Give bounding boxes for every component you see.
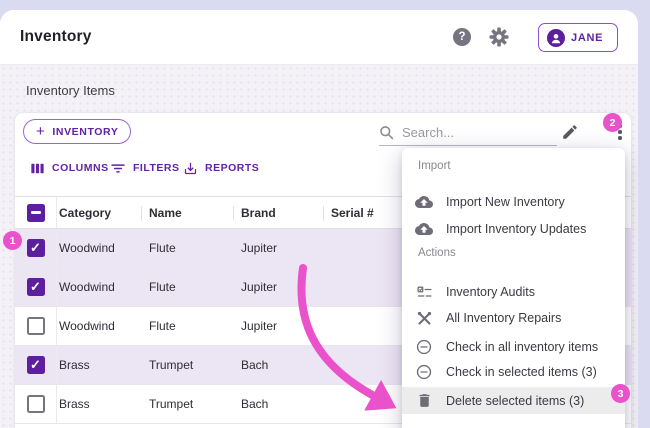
- user-name-label: JANE: [571, 31, 604, 44]
- column-separator: [323, 206, 324, 221]
- search-input[interactable]: [402, 125, 532, 140]
- filters-label: FILTERS: [133, 162, 180, 174]
- page-title: Inventory: [20, 28, 92, 45]
- cell-category: Woodwind: [59, 241, 115, 255]
- row-checkbox[interactable]: [26, 395, 45, 413]
- menu-item-all-inventory-repairs[interactable]: All Inventory Repairs: [402, 305, 625, 331]
- column-header-category[interactable]: Category: [59, 206, 111, 220]
- filters-button[interactable]: FILTERS: [110, 159, 179, 177]
- menu-item-check-in-selected[interactable]: Check in selected items (3): [402, 359, 625, 385]
- reports-button[interactable]: REPORTS: [183, 159, 259, 177]
- menu-item-inventory-audits[interactable]: Inventory Audits: [402, 279, 625, 305]
- menu-item-label: Import Inventory Updates: [446, 222, 587, 236]
- column-header-name[interactable]: Name: [149, 206, 182, 220]
- cell-name: Flute: [149, 319, 176, 333]
- app-header: Inventory ? JANE: [0, 10, 638, 65]
- cell-brand: Bach: [241, 358, 269, 372]
- cell-brand: Bach: [241, 397, 269, 411]
- columns-icon: [31, 163, 44, 173]
- menu-item-delete-selected[interactable]: Delete selected items (3): [402, 387, 625, 414]
- column-separator: [233, 206, 234, 221]
- cloud-upload-icon: [415, 193, 433, 211]
- settings-gear-icon[interactable]: [489, 27, 509, 47]
- cell-name: Flute: [149, 241, 176, 255]
- column-header-serial[interactable]: Serial #: [331, 206, 374, 220]
- cell-category: Woodwind: [59, 280, 115, 294]
- menu-item-label: Check in selected items (3): [446, 365, 597, 379]
- row-checkbox[interactable]: [26, 317, 45, 335]
- menu-section-actions: Actions: [418, 247, 456, 259]
- cell-name: Trumpet: [149, 358, 194, 372]
- row-checkbox[interactable]: [26, 278, 45, 296]
- plus-icon: +: [36, 122, 46, 140]
- user-menu-button[interactable]: JANE: [538, 23, 618, 52]
- checklist-icon: [415, 283, 433, 301]
- user-avatar-icon: [547, 28, 565, 47]
- annotation-badge-3: 3: [611, 384, 630, 403]
- select-all-checkbox[interactable]: [26, 203, 45, 222]
- search-field[interactable]: [379, 120, 557, 146]
- search-icon: [380, 126, 394, 140]
- filter-icon: [111, 163, 125, 173]
- menu-item-label: Delete selected items (3): [446, 393, 585, 408]
- cell-category: Woodwind: [59, 319, 115, 333]
- cell-category: Brass: [59, 358, 90, 372]
- menu-item-label: Check in all inventory items: [446, 340, 599, 354]
- menu-section-import: Import: [418, 160, 451, 172]
- overflow-dropdown-menu: Import Import New Inventory Import Inven…: [402, 148, 625, 428]
- cloud-upload-icon: [415, 220, 433, 238]
- cell-brand: Jupiter: [241, 241, 278, 255]
- cell-brand: Jupiter: [241, 280, 278, 294]
- columns-label: COLUMNS: [52, 162, 109, 174]
- annotation-badge-2: 2: [603, 113, 622, 132]
- add-inventory-label: INVENTORY: [52, 125, 119, 138]
- app-window: Inventory ? JANE Inventory Items + INVEN…: [0, 10, 638, 428]
- circle-minus-icon: [415, 363, 433, 381]
- menu-item-import-inventory-updates[interactable]: Import Inventory Updates: [402, 216, 625, 242]
- add-inventory-button[interactable]: + INVENTORY: [23, 119, 132, 144]
- section-title: Inventory Items: [26, 83, 115, 98]
- column-separator: [141, 206, 142, 221]
- reports-label: REPORTS: [205, 162, 260, 174]
- cell-name: Trumpet: [149, 397, 194, 411]
- columns-button[interactable]: COLUMNS: [30, 159, 109, 177]
- circle-minus-icon: [415, 338, 433, 356]
- menu-item-import-new-inventory[interactable]: Import New Inventory: [402, 189, 625, 215]
- header-checkbox-cell: [15, 197, 57, 228]
- cell-brand: Jupiter: [241, 319, 278, 333]
- cell-name: Flute: [149, 280, 176, 294]
- annotation-badge-1: 1: [3, 231, 22, 250]
- edit-pencil-icon[interactable]: [561, 123, 579, 141]
- row-checkbox[interactable]: [26, 239, 45, 257]
- menu-item-label: Import New Inventory: [446, 195, 565, 209]
- row-checkbox[interactable]: [26, 356, 45, 374]
- cell-category: Brass: [59, 397, 90, 411]
- trash-icon: [415, 392, 433, 410]
- column-header-brand[interactable]: Brand: [241, 206, 276, 220]
- download-icon: [184, 162, 197, 174]
- menu-item-check-in-all[interactable]: Check in all inventory items: [402, 334, 625, 360]
- help-icon[interactable]: ?: [453, 28, 471, 46]
- menu-item-label: All Inventory Repairs: [446, 311, 562, 325]
- crossed-tools-icon: [415, 309, 433, 327]
- menu-item-label: Inventory Audits: [446, 285, 535, 299]
